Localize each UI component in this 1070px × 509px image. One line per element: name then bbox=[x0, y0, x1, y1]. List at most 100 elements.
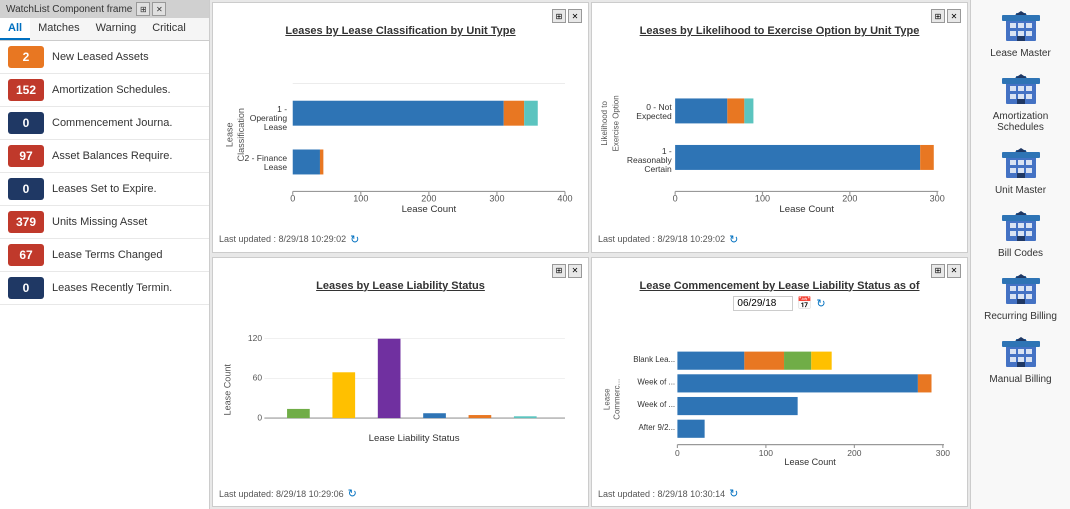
top-right-chart-panel: ⊞ ✕ Leases by Likelihood to Exercise Opt… bbox=[591, 2, 968, 253]
svg-text:200: 200 bbox=[842, 194, 857, 204]
bar-ne-orange bbox=[727, 98, 744, 123]
tab-matches[interactable]: Matches bbox=[30, 18, 88, 40]
building-icon-3 bbox=[1001, 210, 1041, 246]
top-left-panel-icons: ⊞ ✕ bbox=[552, 9, 582, 23]
expand-icon-br[interactable]: ⊞ bbox=[931, 264, 945, 278]
svg-text:Lease: Lease bbox=[264, 122, 287, 132]
list-item-5[interactable]: 379Units Missing Asset bbox=[0, 206, 209, 239]
item-label-7: Leases Recently Termin. bbox=[52, 282, 172, 294]
bottom-right-svg: Lease Commerc... Blank Lea... Week of ..… bbox=[598, 315, 961, 484]
top-left-chart-panel: ⊞ ✕ Leases by Lease Classification by Un… bbox=[212, 2, 589, 253]
building-icon-4 bbox=[1001, 273, 1041, 309]
badge-4: 0 bbox=[8, 178, 44, 200]
top-left-footer: Last updated : 8/29/18 10:29:02 ↻ bbox=[219, 233, 582, 246]
sidebar-item-5[interactable]: Manual Billing bbox=[973, 330, 1069, 391]
building-icon-5 bbox=[1001, 336, 1041, 372]
svg-text:0: 0 bbox=[673, 194, 678, 204]
watchlist-header: WatchList Component frame ⊞ ✕ bbox=[0, 0, 209, 18]
svg-text:Lease Count: Lease Count bbox=[222, 363, 232, 415]
svg-text:Lease Count: Lease Count bbox=[784, 457, 836, 467]
item-label-1: Amortization Schedules. bbox=[52, 84, 171, 96]
svg-text:Commerc...: Commerc... bbox=[613, 378, 622, 419]
top-right-chart-title: Leases by Likelihood to Exercise Option … bbox=[598, 25, 961, 37]
svg-text:Week of ...: Week of ... bbox=[637, 377, 675, 386]
top-right-panel-header: ⊞ ✕ bbox=[598, 9, 961, 23]
bottom-left-refresh[interactable]: ↻ bbox=[348, 487, 357, 500]
top-left-updated: Last updated : 8/29/18 10:29:02 bbox=[219, 234, 346, 244]
svg-text:Lease Count: Lease Count bbox=[402, 204, 457, 215]
watchlist-title: WatchList Component frame bbox=[6, 4, 132, 15]
tab-warning[interactable]: Warning bbox=[88, 18, 145, 40]
sidebar-item-1[interactable]: Amortization Schedules bbox=[973, 67, 1069, 139]
top-charts-row: ⊞ ✕ Leases by Lease Classification by Un… bbox=[210, 0, 970, 255]
top-left-svg: Lease Classification 1 - Operating Lease… bbox=[219, 41, 582, 229]
bar-ne-cyan bbox=[744, 98, 753, 123]
sidebar-item-4[interactable]: Recurring Billing bbox=[973, 267, 1069, 328]
sidebar-label-4: Recurring Billing bbox=[984, 311, 1057, 322]
bottom-right-updated: Last updated : 8/29/18 10:30:14 bbox=[598, 489, 725, 499]
tab-all[interactable]: All bbox=[0, 18, 30, 40]
tab-critical[interactable]: Critical bbox=[144, 18, 194, 40]
resize-icon-2[interactable]: ✕ bbox=[152, 2, 166, 16]
bar-fin-orange bbox=[320, 149, 323, 174]
calendar-icon[interactable]: 📅 bbox=[797, 296, 812, 310]
tab-bar: All Matches Warning Critical bbox=[0, 18, 209, 41]
bottom-charts-row: ⊞ ✕ Leases by Lease Liability Status Lea… bbox=[210, 255, 970, 509]
bottom-left-chart-area: Lease Count 120 60 0 bbox=[219, 296, 582, 484]
svg-text:200: 200 bbox=[847, 447, 861, 457]
expand-icon-tr[interactable]: ⊞ bbox=[931, 9, 945, 23]
list-items: 2New Leased Assets152Amortization Schedu… bbox=[0, 41, 209, 509]
expand-icon-tl[interactable]: ⊞ bbox=[552, 9, 566, 23]
svg-text:300: 300 bbox=[489, 194, 504, 204]
left-sidebar: WatchList Component frame ⊞ ✕ All Matche… bbox=[0, 0, 210, 509]
svg-text:Certain: Certain bbox=[644, 164, 672, 174]
expand-icon-bl[interactable]: ⊞ bbox=[552, 264, 566, 278]
sidebar-label-1: Amortization Schedules bbox=[977, 111, 1065, 133]
sidebar-item-0[interactable]: Lease Master bbox=[973, 4, 1069, 65]
svg-text:100: 100 bbox=[759, 447, 773, 457]
bottom-right-panel-header: ⊞ ✕ bbox=[598, 264, 961, 278]
svg-text:Expected: Expected bbox=[636, 111, 672, 121]
badge-0: 2 bbox=[8, 46, 44, 68]
badge-6: 67 bbox=[8, 244, 44, 266]
svg-text:Week of ...: Week of ... bbox=[637, 400, 675, 409]
date-input[interactable] bbox=[733, 296, 793, 311]
svg-text:200: 200 bbox=[421, 194, 436, 204]
sidebar-label-0: Lease Master bbox=[990, 48, 1051, 59]
svg-text:0: 0 bbox=[290, 194, 295, 204]
building-icon-2 bbox=[1001, 147, 1041, 183]
main-container: WatchList Component frame ⊞ ✕ All Matche… bbox=[0, 0, 1070, 509]
svg-text:Lease Count: Lease Count bbox=[779, 204, 834, 215]
bottom-left-chart-panel: ⊞ ✕ Leases by Lease Liability Status Lea… bbox=[212, 257, 589, 508]
sidebar-item-3[interactable]: Bill Codes bbox=[973, 204, 1069, 265]
bottom-left-panel-icons: ⊞ ✕ bbox=[552, 264, 582, 278]
bottom-right-refresh[interactable]: ↻ bbox=[729, 487, 738, 500]
badge-3: 97 bbox=[8, 145, 44, 167]
top-right-refresh[interactable]: ↻ bbox=[729, 233, 738, 246]
list-item-3[interactable]: 97Asset Balances Require. bbox=[0, 140, 209, 173]
item-label-2: Commencement Journa. bbox=[52, 117, 172, 129]
resize-icon-1[interactable]: ⊞ bbox=[136, 2, 150, 16]
list-item-1[interactable]: 152Amortization Schedules. bbox=[0, 74, 209, 107]
date-refresh[interactable]: ↻ bbox=[816, 297, 825, 310]
top-left-refresh[interactable]: ↻ bbox=[350, 233, 359, 246]
list-item-2[interactable]: 0Commencement Journa. bbox=[0, 107, 209, 140]
bottom-left-updated: Last updated: 8/29/18 10:29:06 bbox=[219, 489, 344, 499]
bottom-left-panel-header: ⊞ ✕ bbox=[219, 264, 582, 278]
svg-text:400: 400 bbox=[557, 194, 572, 204]
svg-text:300: 300 bbox=[930, 194, 945, 204]
sidebar-item-2[interactable]: Unit Master bbox=[973, 141, 1069, 202]
badge-5: 379 bbox=[8, 211, 44, 233]
list-item-4[interactable]: 0Leases Set to Expire. bbox=[0, 173, 209, 206]
close-icon-tl[interactable]: ✕ bbox=[568, 9, 582, 23]
close-icon-br[interactable]: ✕ bbox=[947, 264, 961, 278]
list-item-0[interactable]: 2New Leased Assets bbox=[0, 41, 209, 74]
svg-text:Exercise Option: Exercise Option bbox=[611, 95, 620, 151]
bottom-right-chart-area: Lease Commerc... Blank Lea... Week of ..… bbox=[598, 315, 961, 484]
list-item-7[interactable]: 0 Leases Recently Termin. bbox=[0, 272, 209, 305]
badge-7: 0 bbox=[8, 277, 44, 299]
header-icons: ⊞ ✕ bbox=[136, 2, 166, 16]
close-icon-bl[interactable]: ✕ bbox=[568, 264, 582, 278]
close-icon-tr[interactable]: ✕ bbox=[947, 9, 961, 23]
list-item-6[interactable]: 67Lease Terms Changed bbox=[0, 239, 209, 272]
